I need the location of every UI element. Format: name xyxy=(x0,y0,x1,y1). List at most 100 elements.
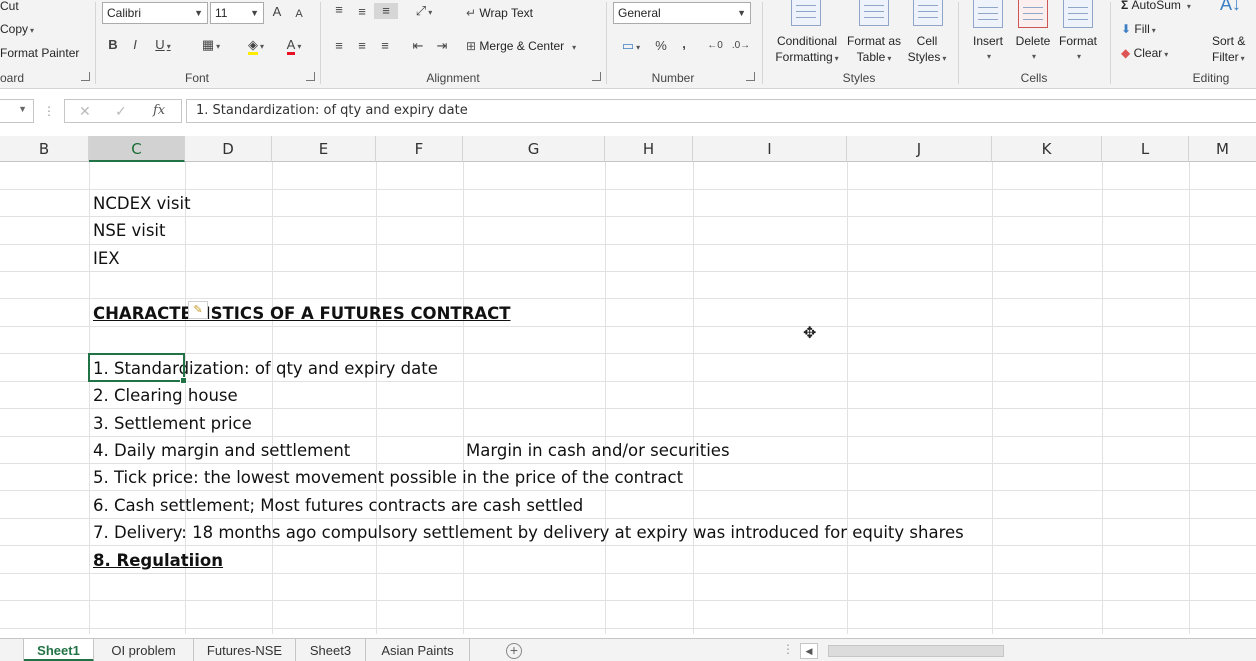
column-header-b[interactable]: B xyxy=(0,136,89,162)
wrap-text-button[interactable]: ↵ Wrap Text xyxy=(466,5,533,21)
cell-c13[interactable]: 6. Cash settlement; Most futures contrac… xyxy=(93,492,583,519)
format-button[interactable]: Format ▾ xyxy=(1054,33,1102,65)
cell-c4[interactable]: IEX xyxy=(93,245,120,272)
column-header-f[interactable]: F xyxy=(376,136,463,162)
cell-g11[interactable]: Margin in cash and/or securities xyxy=(466,437,730,464)
bottom-align-icon[interactable]: ≡ xyxy=(374,3,398,19)
number-launcher-icon[interactable] xyxy=(746,72,755,81)
merge-center-button[interactable]: ⊞ Merge & Center ▾ xyxy=(466,38,576,56)
gridline xyxy=(272,162,273,634)
column-header-m[interactable]: M xyxy=(1189,136,1256,162)
paste-options-icon[interactable]: ✎ xyxy=(188,301,208,319)
cell-styles-icon xyxy=(913,0,943,26)
horizontal-scrollbar[interactable] xyxy=(828,645,1004,657)
align-center-icon[interactable]: ≡ xyxy=(353,38,371,54)
cell-c9[interactable]: 2. Clearing house xyxy=(93,382,238,409)
cell-c14[interactable]: 7. Delivery: 18 months ago compulsory se… xyxy=(93,519,964,546)
formula-bar-grip-icon[interactable]: ⋮ xyxy=(43,104,55,118)
group-separator xyxy=(762,2,763,84)
column-header-c[interactable]: C xyxy=(89,136,185,162)
tab-split-handle-icon[interactable]: ⋮ xyxy=(782,642,794,656)
add-sheet-icon[interactable]: + xyxy=(506,643,522,659)
active-cell-selection[interactable] xyxy=(88,353,187,384)
delete-button[interactable]: Delete ▾ xyxy=(1011,33,1055,65)
column-header-g[interactable]: G xyxy=(463,136,605,162)
cell-c3[interactable]: NSE visit xyxy=(93,217,166,244)
clipboard-launcher-icon[interactable] xyxy=(81,72,90,81)
chevron-down-icon: ▾ xyxy=(297,42,302,51)
sheet-tab-sheet1[interactable]: Sheet1 xyxy=(24,639,94,661)
insert-button[interactable]: Insert ▾ xyxy=(966,33,1010,65)
cell-c11[interactable]: 4. Daily margin and settlement xyxy=(93,437,350,464)
conditional-formatting-button[interactable]: Conditional Formatting ▾ xyxy=(768,33,846,67)
decrease-decimal-icon[interactable]: .0→ xyxy=(730,38,752,54)
autosum-button[interactable]: Σ AutoSum ▾ xyxy=(1121,0,1191,15)
align-right-icon[interactable]: ≡ xyxy=(376,38,394,54)
name-box[interactable]: ▼ xyxy=(0,99,34,123)
column-header-j[interactable]: J xyxy=(847,136,992,162)
bold-button[interactable]: B xyxy=(106,37,120,53)
font-name-combo[interactable]: Calibri ▼ xyxy=(102,2,208,24)
align-left-icon[interactable]: ≡ xyxy=(330,38,348,54)
font-launcher-icon[interactable] xyxy=(306,72,315,81)
cell-c15[interactable]: 8. Regulatiion xyxy=(93,547,223,574)
sheet-tab-asian-paints[interactable]: Asian Paints xyxy=(366,639,470,661)
font-color-button[interactable]: A ▾ xyxy=(278,37,310,55)
enter-icon[interactable]: ✓ xyxy=(115,103,127,120)
clear-button[interactable]: ◆ Clear ▾ xyxy=(1121,45,1168,63)
percent-button[interactable]: % xyxy=(653,38,669,54)
column-header-h[interactable]: H xyxy=(605,136,693,162)
sheet-tab-futures-nse[interactable]: Futures-NSE xyxy=(194,639,296,661)
alignment-launcher-icon[interactable] xyxy=(592,72,601,81)
cell-styles-label-2: Styles xyxy=(907,50,941,64)
cell-c10[interactable]: 3. Settlement price xyxy=(93,410,252,437)
decrease-indent-icon[interactable]: ⇤ xyxy=(408,38,428,54)
grow-font-button[interactable]: A xyxy=(270,4,284,20)
font-size-combo[interactable]: 11 ▼ xyxy=(210,2,264,24)
group-separator xyxy=(320,2,321,84)
fill-color-button[interactable]: ◈ ▾ xyxy=(240,37,272,55)
number-format-combo[interactable]: General ▼ xyxy=(613,2,751,24)
top-align-icon[interactable]: ≡ xyxy=(330,2,348,18)
cell-c2[interactable]: NCDEX visit xyxy=(93,190,191,217)
chevron-down-icon: ▼ xyxy=(194,8,203,18)
underline-button[interactable]: U ▾ xyxy=(150,37,176,55)
sheet-tab-sheet3[interactable]: Sheet3 xyxy=(296,639,366,661)
insert-function-icon[interactable]: fx xyxy=(153,103,165,118)
cut-button[interactable]: Cut xyxy=(0,0,19,14)
comma-button[interactable]: , xyxy=(678,36,690,52)
column-header-l[interactable]: L xyxy=(1102,136,1189,162)
chevron-down-icon: ▾ xyxy=(986,52,991,61)
cell-styles-button[interactable]: Cell Styles ▾ xyxy=(902,33,952,67)
clear-label: Clear xyxy=(1133,46,1163,60)
cancel-icon[interactable]: ✕ xyxy=(79,103,91,120)
sheet-tab-oi-problem[interactable]: OI problem xyxy=(94,639,194,661)
conditional-formatting-label-2: Formatting xyxy=(775,50,833,64)
orientation-button[interactable]: ⤢ ▾ xyxy=(410,3,438,21)
chevron-down-icon: ▼ xyxy=(737,8,746,18)
column-header-e[interactable]: E xyxy=(272,136,376,162)
copy-button[interactable]: Copy ▾ xyxy=(0,21,34,39)
accounting-format-button[interactable]: ▭ ▾ xyxy=(616,38,646,56)
format-as-table-button[interactable]: Format as Table ▾ xyxy=(842,33,906,67)
fill-button[interactable]: ⬇ Fill ▾ xyxy=(1121,21,1156,39)
cell-c12[interactable]: 5. Tick price: the lowest movement possi… xyxy=(93,464,683,491)
formula-bar: ▼ ⋮ ✕ ✓ fx 1. Standardization: of qty an… xyxy=(0,95,1256,127)
increase-indent-icon[interactable]: ⇥ xyxy=(432,38,452,54)
shrink-font-button[interactable]: A xyxy=(292,6,306,22)
middle-align-icon[interactable]: ≡ xyxy=(353,4,371,20)
increase-decimal-icon[interactable]: ←0 xyxy=(704,38,726,54)
italic-button[interactable]: I xyxy=(128,37,142,53)
merge-center-icon: ⊞ xyxy=(466,39,477,53)
formula-input[interactable]: 1. Standardization: of qty and expiry da… xyxy=(186,99,1256,123)
format-painter-button[interactable]: Format Painter xyxy=(0,45,79,61)
column-header-i[interactable]: I xyxy=(693,136,847,162)
column-header-k[interactable]: K xyxy=(992,136,1102,162)
worksheet-grid[interactable]: NCDEX visit NSE visit IEX CHARACTERISTIC… xyxy=(0,162,1256,634)
alignment-group-label: Alignment xyxy=(426,71,480,85)
column-header-d[interactable]: D xyxy=(185,136,272,162)
borders-button[interactable]: ▦ ▾ xyxy=(196,37,226,55)
sort-filter-button[interactable]: Sort & Filter ▾ xyxy=(1212,33,1256,67)
cell-c6[interactable]: CHARACTERISTICS OF A FUTURES CONTRACT xyxy=(93,300,511,327)
scroll-left-icon[interactable]: ◀ xyxy=(800,643,818,659)
